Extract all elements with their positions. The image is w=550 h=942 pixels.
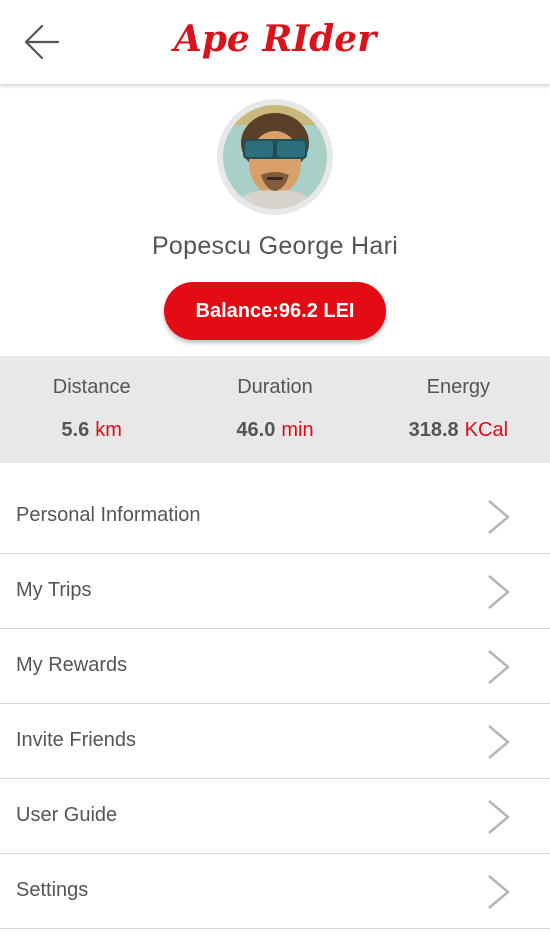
menu-item-label: My Rewards	[16, 654, 128, 676]
menu-item-label: Invite Friends	[16, 729, 137, 751]
chevron-right-icon	[488, 875, 510, 909]
stat-number: 318.8	[408, 419, 459, 441]
stat-number: 46.0	[236, 419, 276, 441]
menu-item-user-guide[interactable]: User Guide	[0, 779, 550, 854]
stat-value: 318.8 KCal	[367, 419, 550, 442]
chevron-right-icon	[488, 575, 510, 609]
chevron-right-icon	[488, 800, 510, 834]
stat-energy: Energy 318.8 KCal	[367, 356, 550, 463]
chevron-right-icon	[488, 650, 510, 684]
user-name: Popescu George Hari	[151, 232, 399, 260]
menu-item-label: Personal Information	[16, 504, 201, 526]
stat-label: Distance	[52, 376, 131, 398]
stat-unit: km	[95, 419, 122, 441]
stat-unit: min	[281, 419, 314, 441]
avatar[interactable]	[217, 99, 333, 215]
app-header: Ape RIder	[0, 0, 550, 84]
menu-list: Personal Information My Trips My Rewards…	[0, 479, 550, 929]
menu-item-label: Settings	[16, 879, 89, 901]
stat-unit: KCal	[464, 419, 509, 441]
stat-value: 5.6 km	[0, 419, 183, 442]
stat-duration: Duration 46.0 min	[183, 356, 366, 463]
menu-item-label: User Guide	[16, 804, 118, 826]
balance-button[interactable]: Balance:96.2 LEI	[164, 282, 386, 340]
menu-item-personal-information[interactable]: Personal Information	[0, 479, 550, 554]
menu-item-invite-friends[interactable]: Invite Friends	[0, 704, 550, 779]
stat-label: Energy	[426, 376, 490, 398]
stats-bar: Distance 5.6 km Duration 46.0 min Energy 3…	[0, 356, 550, 463]
avatar-image	[223, 105, 327, 209]
menu-item-settings[interactable]: Settings	[0, 854, 550, 929]
menu-item-label: My Trips	[16, 579, 92, 601]
chevron-right-icon	[488, 725, 510, 759]
menu-item-my-trips[interactable]: My Trips	[0, 554, 550, 629]
stat-number: 5.6	[61, 419, 90, 441]
menu-item-my-rewards[interactable]: My Rewards	[0, 629, 550, 704]
app-logo: Ape RIder	[173, 18, 377, 60]
stat-label: Duration	[237, 376, 313, 398]
stat-value: 46.0 min	[183, 419, 366, 442]
chevron-right-icon	[488, 500, 510, 534]
stat-distance: Distance 5.6 km	[0, 356, 183, 463]
